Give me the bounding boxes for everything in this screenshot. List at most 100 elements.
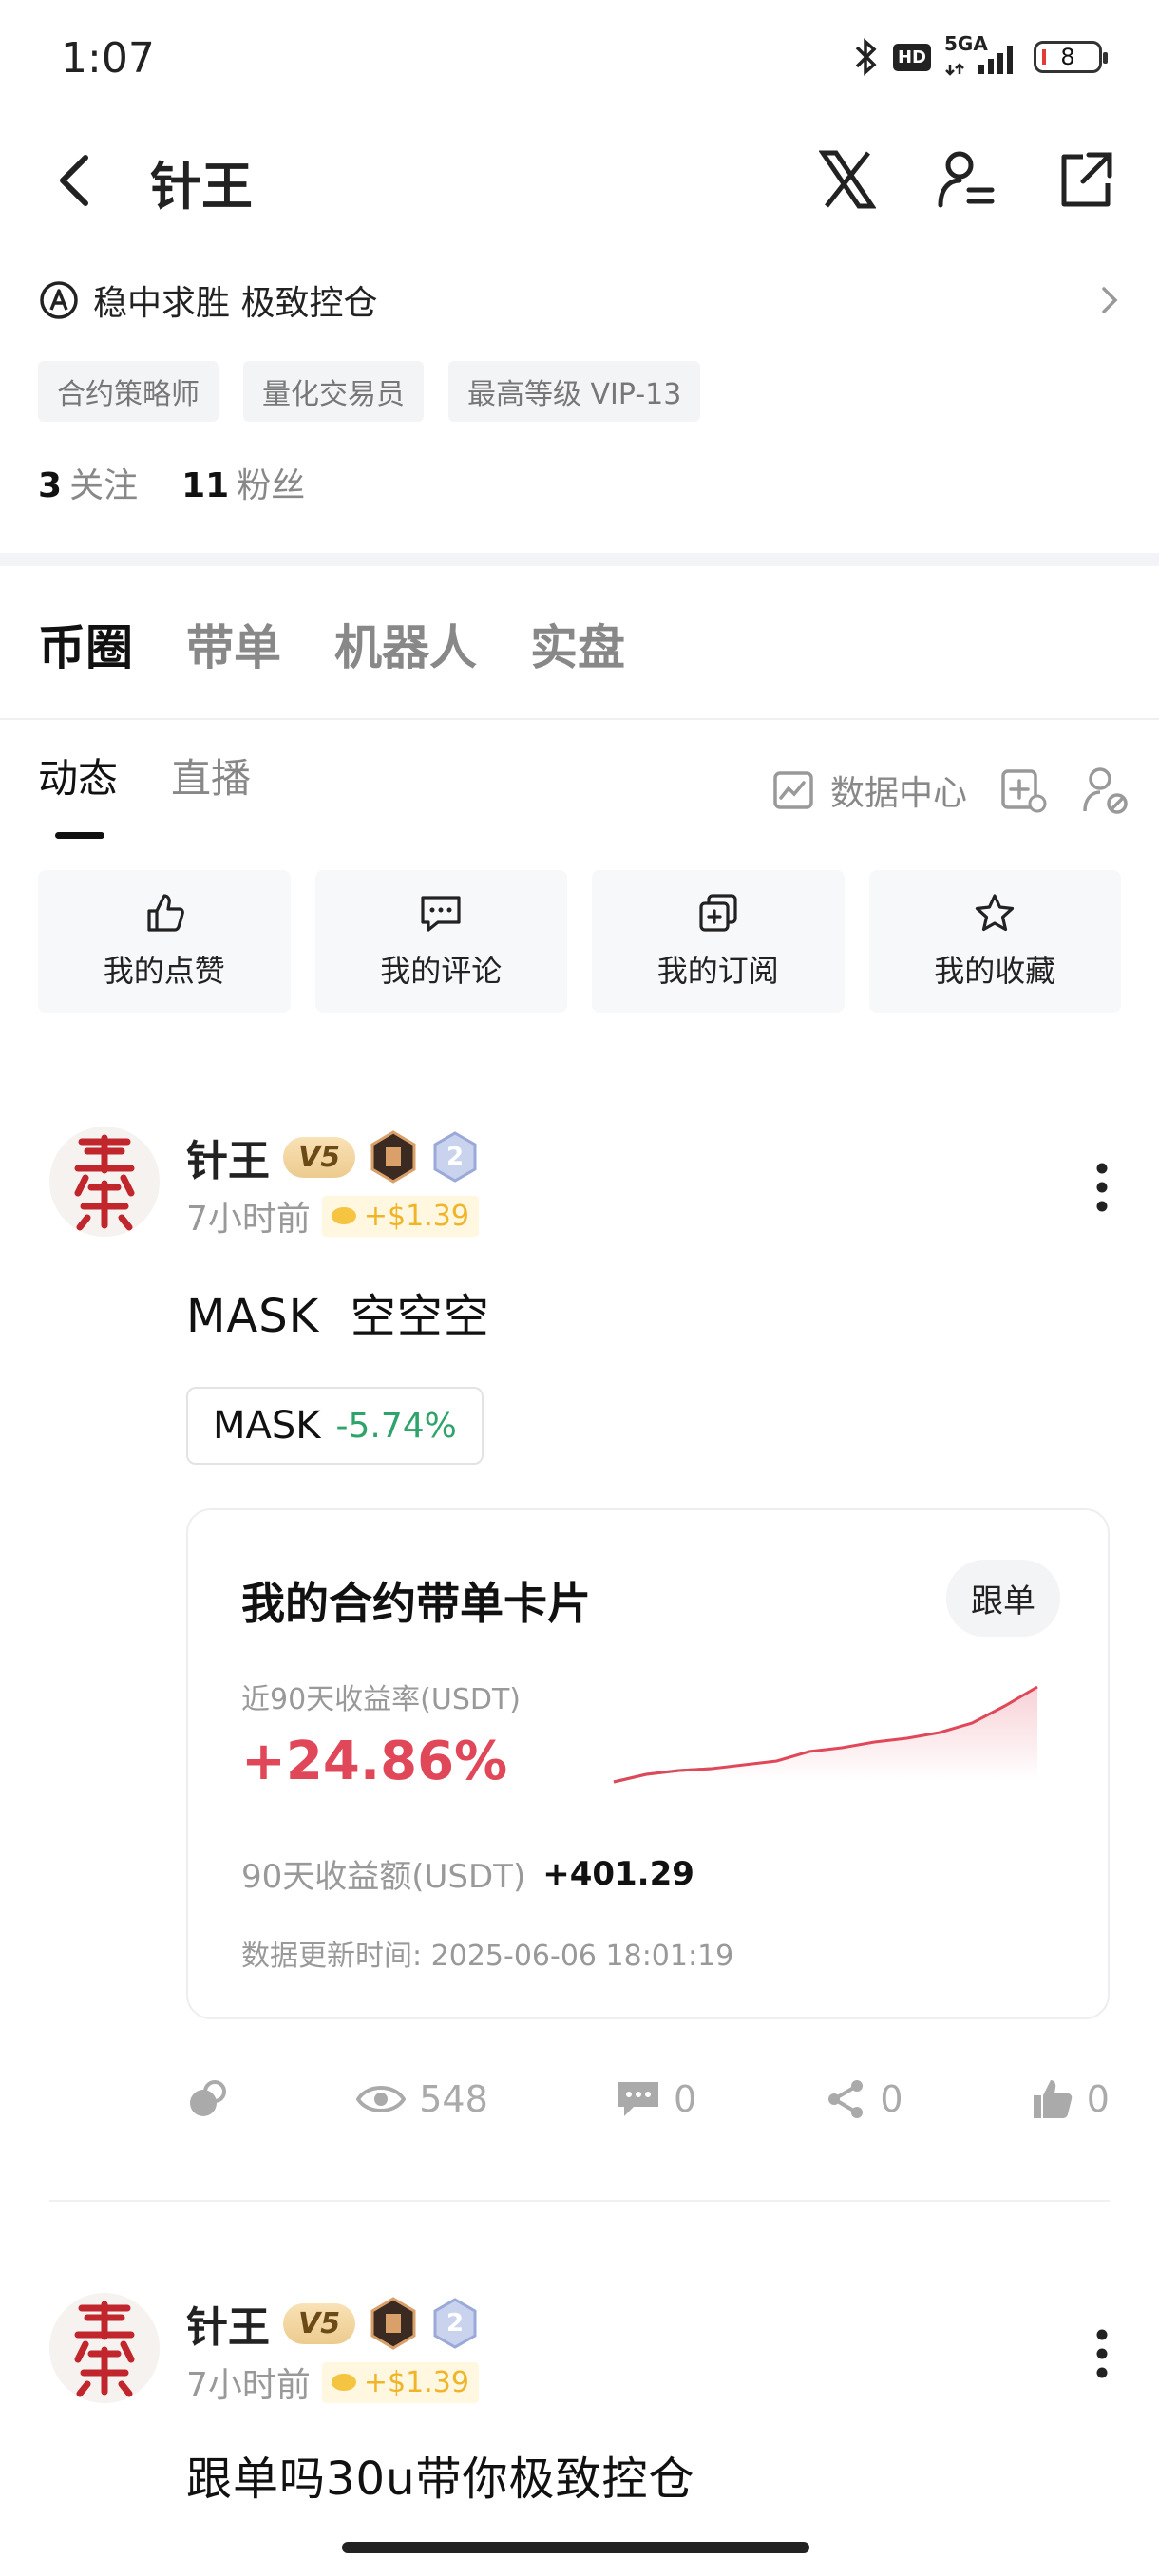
rank-medal-icon — [370, 2297, 416, 2350]
profit-value: +401.29 — [542, 1854, 694, 1893]
coin-tag-icon — [331, 1207, 356, 1224]
home-indicator[interactable] — [342, 2542, 809, 2553]
avatar-calligraphy-image — [74, 2301, 135, 2397]
vip-level-badge: V5 — [283, 2302, 356, 2344]
profit-row: 90天收益额(USDT) +401.29 — [241, 1850, 694, 1897]
level-two-badge-number: 2 — [446, 1143, 465, 1171]
section-divider — [0, 553, 1159, 566]
copy-trading-card[interactable]: 我的合约带单卡片 跟单 近90天收益率(USDT) +24.86% 90天收益额… — [186, 1508, 1110, 2019]
profile-tag: 量化交易员 — [243, 361, 424, 422]
profile-tags: 合约策略师 量化交易员 最高等级 VIP-13 — [38, 361, 701, 422]
add-post-icon[interactable] — [999, 766, 1049, 815]
tabs-divider — [0, 718, 1159, 720]
tab-bots[interactable]: 机器人 — [334, 610, 477, 678]
comments-count: 0 — [673, 2078, 697, 2120]
views-count: 548 — [419, 2078, 488, 2120]
back-button[interactable] — [53, 150, 95, 215]
yield-sparkline — [613, 1685, 1038, 1784]
post-text: MASK 空空空 — [186, 1290, 490, 1343]
follow-trade-button[interactable]: 跟单 — [946, 1560, 1060, 1637]
comment-icon — [421, 896, 461, 932]
status-time: 1:07 — [61, 34, 155, 83]
like-button[interactable]: 0 — [1032, 2078, 1110, 2120]
share-button[interactable]: 0 — [825, 2078, 903, 2120]
avatar[interactable] — [49, 2293, 160, 2403]
yield-value: +24.86% — [241, 1731, 508, 1792]
my-favorites-button[interactable]: 我的收藏 — [868, 870, 1121, 1013]
more-options-icon[interactable] — [1092, 2327, 1112, 2380]
tip-reward: +$1.39 — [321, 2361, 479, 2403]
link-coin-icon — [190, 2080, 226, 2116]
chevron-right-icon — [1102, 287, 1118, 313]
update-time: 数据更新时间: 2025-06-06 18:01:19 — [241, 1940, 734, 1973]
profile-bio-row[interactable]: 稳中求胜 极致控仓 — [38, 275, 1121, 325]
battery-icon: 8 — [1034, 41, 1108, 73]
post-time: 7小时前 — [186, 1200, 311, 1239]
data-center-button[interactable]: 数据中心 — [771, 766, 967, 815]
share-external-icon[interactable] — [1056, 149, 1113, 210]
followers-count: 11 — [181, 466, 230, 505]
post-author-row: 针王 V5 2 — [186, 2293, 477, 2354]
comment-icon — [618, 2082, 658, 2116]
main-tabs: 币圈 带单 机器人 实盘 — [38, 610, 625, 678]
tab-crypto[interactable]: 币圈 — [38, 610, 133, 678]
tip-amount: +$1.39 — [363, 2365, 469, 2399]
signal-icon: 5GA — [944, 32, 1020, 78]
following-count: 3 — [38, 466, 63, 505]
user-block-icon[interactable] — [1081, 766, 1129, 815]
vip-level-badge: V5 — [283, 1136, 356, 1178]
profit-label: 90天收益额(USDT) — [241, 1858, 526, 1896]
coin-change: -5.74% — [335, 1406, 457, 1446]
level-two-badge-number: 2 — [446, 2309, 465, 2338]
author-name[interactable]: 针王 — [186, 2293, 270, 2354]
avatar[interactable] — [49, 1127, 160, 1237]
sub-tools: 数据中心 — [771, 766, 1129, 815]
post-meta: 7小时前 +$1.39 — [186, 2358, 479, 2407]
coin-tag-icon — [331, 2374, 356, 2391]
data-center-label: 数据中心 — [829, 774, 967, 813]
more-options-icon[interactable] — [1092, 1161, 1112, 1214]
quick-action-label: 我的评论 — [380, 953, 503, 989]
coin-symbol: MASK — [213, 1404, 321, 1448]
my-likes-button[interactable]: 我的点赞 — [38, 870, 291, 1013]
profile-bio-text: 稳中求胜 极致控仓 — [93, 284, 378, 323]
eye-icon — [356, 2086, 407, 2112]
sub-tabs: 动态 直播 — [38, 747, 251, 805]
hd-icon: HD — [892, 43, 931, 71]
author-name[interactable]: 针王 — [186, 1127, 270, 1187]
tab-feed[interactable]: 动态 — [38, 747, 118, 805]
followers-link[interactable]: 11 粉丝 — [181, 458, 305, 507]
repost-button[interactable] — [186, 2078, 228, 2120]
tab-real-trading[interactable]: 实盘 — [530, 610, 625, 678]
active-tab-indicator — [55, 832, 104, 839]
profile-tag: 最高等级 VIP-13 — [448, 361, 701, 422]
post-meta: 7小时前 +$1.39 — [186, 1191, 479, 1241]
following-link[interactable]: 3 关注 — [38, 458, 138, 507]
strategy-badge-icon — [40, 281, 78, 319]
my-subscriptions-button[interactable]: 我的订阅 — [592, 870, 845, 1013]
thumbs-up-icon — [147, 894, 184, 932]
status-icons: HD 5GA 8 — [851, 32, 1108, 78]
post-author-row: 针王 V5 2 — [186, 1127, 477, 1187]
chart-edit-icon — [773, 771, 813, 809]
battery-level: 8 — [1060, 44, 1075, 70]
header-actions — [819, 148, 1113, 211]
page-title: 针王 — [150, 157, 253, 217]
my-comments-button[interactable]: 我的评论 — [314, 870, 567, 1013]
post-divider — [49, 2200, 1110, 2202]
tip-reward: +$1.39 — [321, 1195, 479, 1237]
tab-live[interactable]: 直播 — [171, 747, 251, 805]
shares-count: 0 — [880, 2078, 903, 2120]
user-settings-icon[interactable] — [937, 148, 996, 211]
coin-tag[interactable]: MASK -5.74% — [186, 1387, 484, 1465]
views-stat: 548 — [356, 2078, 488, 2120]
post-text: 跟单吗30u带你极致控仓 — [186, 2453, 695, 2506]
tab-copy-trading[interactable]: 带单 — [186, 610, 281, 678]
x-twitter-icon[interactable] — [819, 149, 876, 210]
card-title: 我的合约带单卡片 — [241, 1578, 591, 1629]
rank-medal-icon — [370, 1130, 416, 1184]
share-icon — [828, 2080, 864, 2118]
profile-tag: 合约策略师 — [38, 361, 218, 422]
comment-button[interactable]: 0 — [617, 2078, 696, 2120]
star-icon — [976, 894, 1015, 932]
